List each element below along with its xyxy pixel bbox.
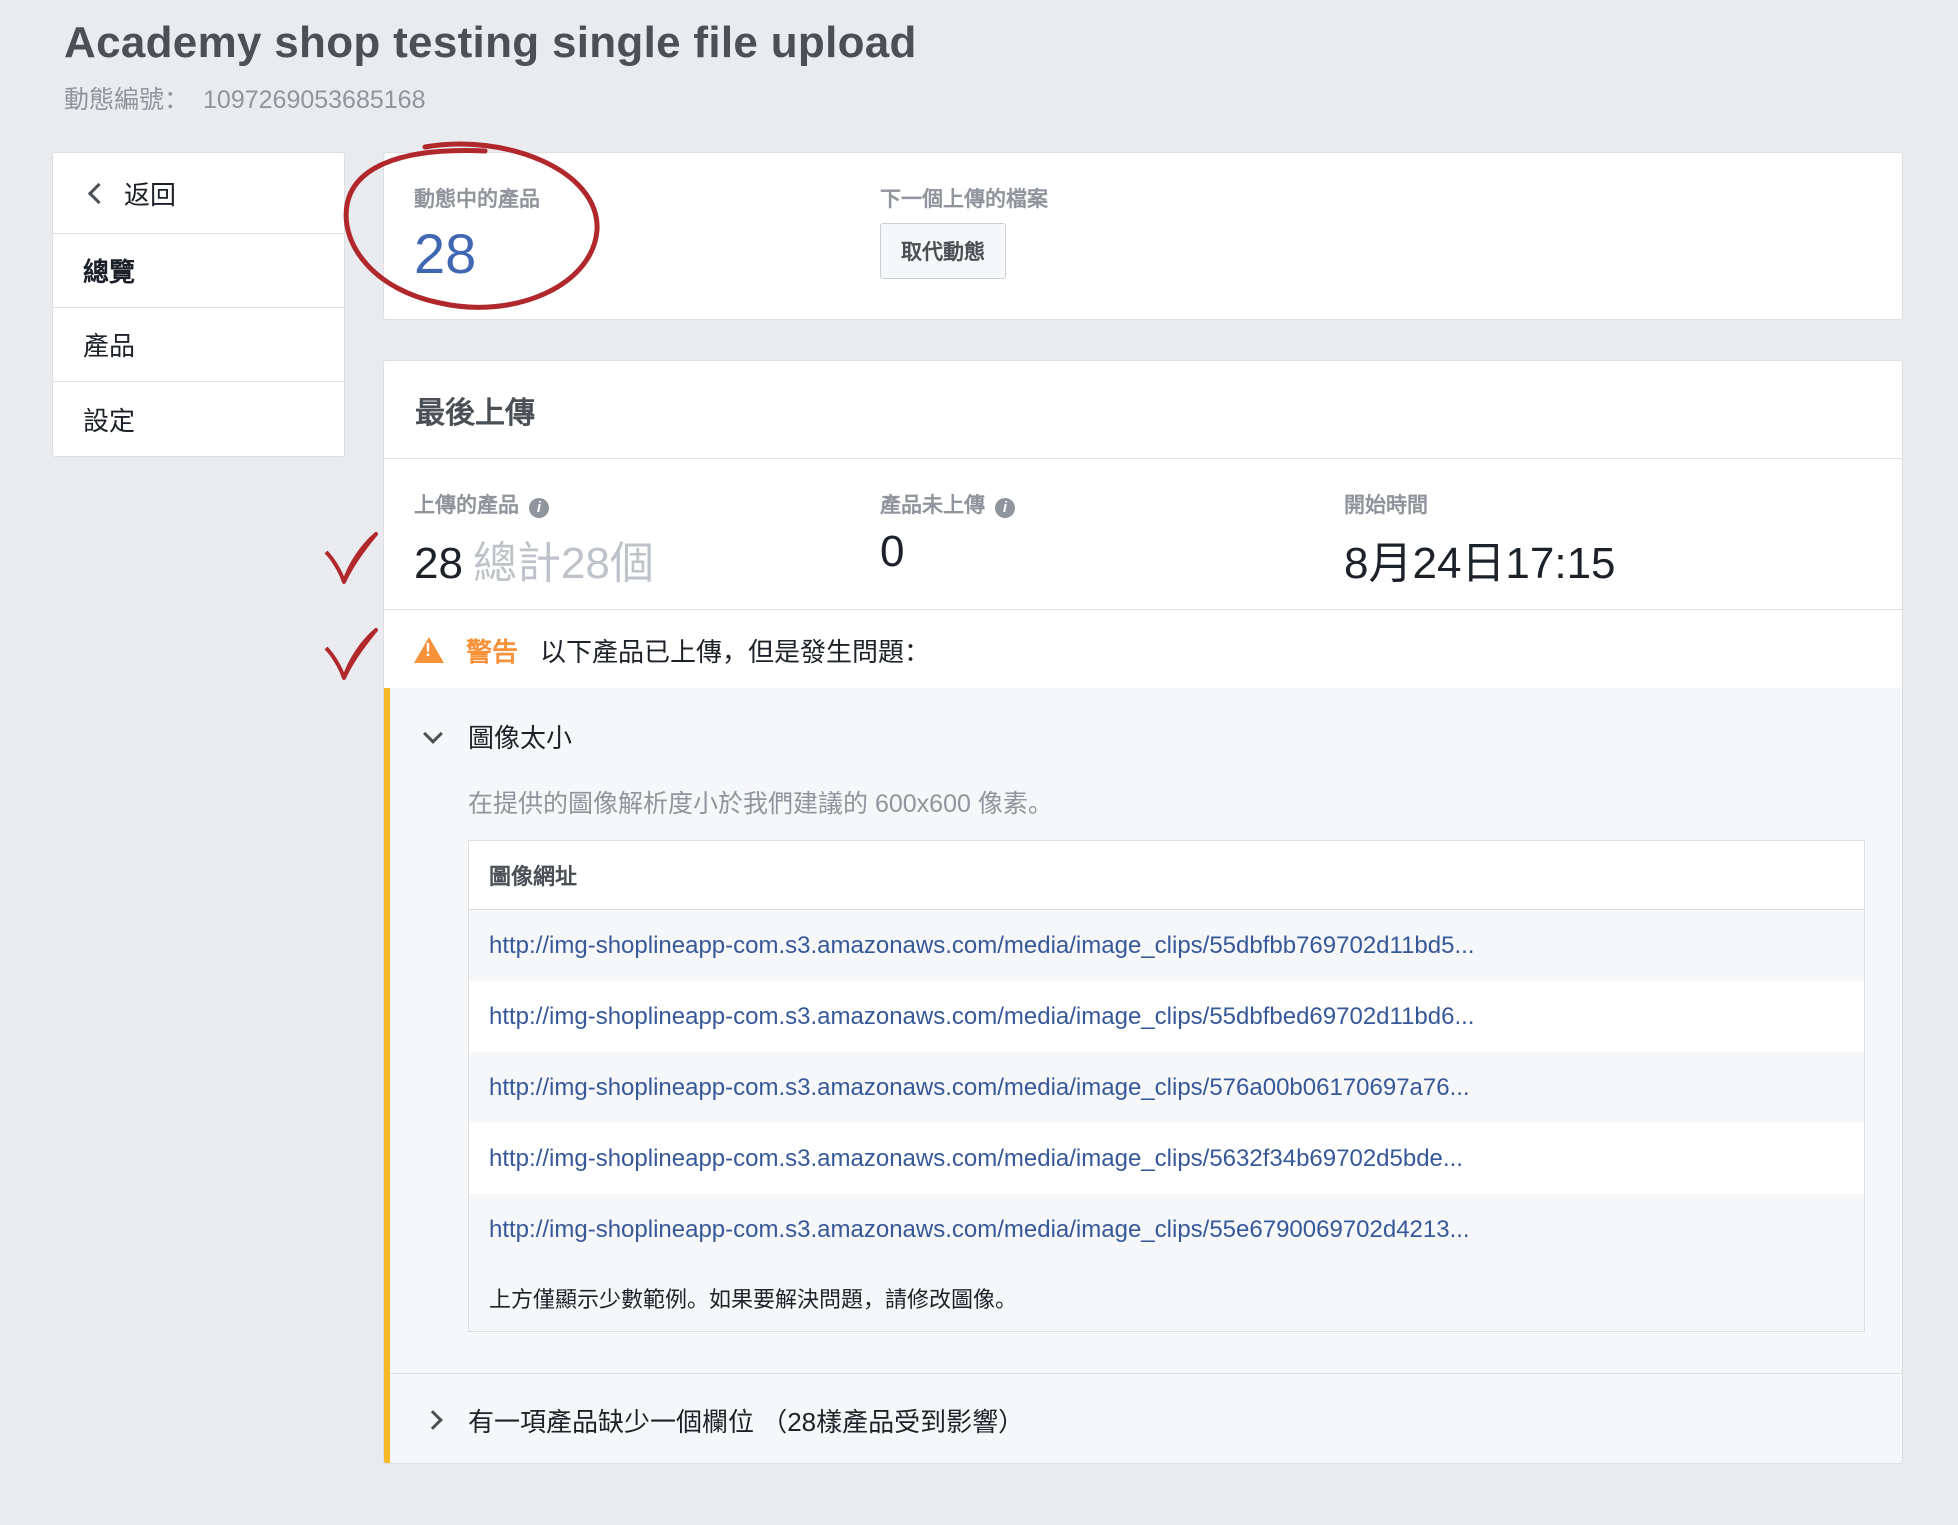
feed-id-label: 動態編號：	[64, 86, 190, 114]
chevron-right-icon	[423, 1410, 443, 1430]
active-products: 動態中的產品 28	[414, 183, 540, 286]
issue-image-too-small-description: 在提供的圖像解析度小於我們建議的 600x600 像素。	[468, 790, 1053, 818]
feed-id-number: 1097269053685168	[203, 86, 426, 114]
next-upload: 下一個上傳的檔案 取代動態	[880, 183, 1048, 279]
uploaded-total: 總計28個	[472, 539, 654, 588]
sidebar: 返回 總覽 產品 設定	[52, 152, 345, 457]
image-url-link[interactable]: http://img-shoplineapp-com.s3.amazonaws.…	[469, 910, 1864, 981]
active-products-count: 28	[414, 222, 477, 285]
image-url-header: 圖像網址	[469, 841, 1864, 910]
chevron-down-icon	[423, 723, 443, 744]
annotation-checkmark	[324, 532, 378, 584]
stat-start-time: 開始時間 8月24日17:15	[1344, 489, 1616, 591]
warning-label: 警告	[466, 636, 519, 667]
image-url-table: 圖像網址 http://img-shoplineapp-com.s3.amazo…	[468, 840, 1865, 1332]
sidebar-item-settings[interactable]: 設定	[53, 382, 344, 456]
uploaded-value: 28	[414, 539, 463, 588]
image-url-footer: 上方僅顯示少數範例。如果要解決問題，請修改圖像。	[469, 1265, 1864, 1331]
warning-row: 警告 以下產品已上傳，但是發生問題：	[384, 610, 1902, 691]
issue-image-too-small-toggle[interactable]: 圖像太小	[423, 718, 573, 755]
feed-id: 動態編號： 1097269053685168	[64, 80, 425, 116]
uploaded-value-row: 28 總計28個	[414, 527, 654, 591]
image-url-link[interactable]: http://img-shoplineapp-com.s3.amazonaws.…	[469, 1194, 1864, 1265]
sidebar-item-products[interactable]: 產品	[53, 308, 344, 382]
warning-text: 以下產品已上傳，但是發生問題：	[540, 636, 931, 667]
not-uploaded-label: 產品未上傳	[880, 494, 985, 517]
chevron-left-icon	[87, 182, 110, 204]
stat-uploaded: 上傳的產品 i 28 總計28個	[414, 489, 654, 591]
not-uploaded-value: 0	[880, 527, 905, 576]
start-time-value: 8月24日17:15	[1344, 539, 1616, 588]
issue-missing-field-title: 有一項產品缺少一個欄位 （28樣產品受到影響）	[468, 1406, 1025, 1437]
image-url-link[interactable]: http://img-shoplineapp-com.s3.amazonaws.…	[469, 1052, 1864, 1123]
feed-summary-card: 動態中的產品 28 下一個上傳的檔案 取代動態	[383, 152, 1903, 320]
stat-not-uploaded: 產品未上傳 i 0	[880, 489, 1015, 577]
start-time-label: 開始時間	[1344, 494, 1428, 517]
image-url-link[interactable]: http://img-shoplineapp-com.s3.amazonaws.…	[469, 1123, 1864, 1194]
next-upload-label: 下一個上傳的檔案	[880, 188, 1048, 211]
warning-icon	[414, 637, 444, 663]
image-url-rows: http://img-shoplineapp-com.s3.amazonaws.…	[469, 910, 1864, 1265]
active-products-label: 動態中的產品	[414, 188, 540, 211]
issue-missing-field-toggle[interactable]: 有一項產品缺少一個欄位 （28樣產品受到影響）	[390, 1373, 1902, 1463]
upload-stats: 上傳的產品 i 28 總計28個 產品未上傳 i 0 開始時間 8月24日17:15	[384, 459, 1902, 610]
info-icon[interactable]: i	[529, 497, 549, 518]
annotation-checkmark	[324, 628, 378, 680]
last-upload-title: 最後上傳	[384, 361, 1902, 459]
sidebar-item-overview[interactable]: 總覽	[53, 234, 344, 308]
replace-feed-button[interactable]: 取代動態	[880, 223, 1006, 279]
uploaded-label: 上傳的產品	[414, 494, 519, 517]
issue-image-too-small-title: 圖像太小	[468, 723, 573, 753]
back-button[interactable]: 返回	[53, 153, 344, 234]
image-url-link[interactable]: http://img-shoplineapp-com.s3.amazonaws.…	[469, 981, 1864, 1052]
info-icon[interactable]: i	[995, 497, 1015, 518]
page-title: Academy shop testing single file upload	[64, 18, 917, 67]
issues-panel: 圖像太小 在提供的圖像解析度小於我們建議的 600x600 像素。 圖像網址 h…	[384, 688, 1902, 1463]
back-label: 返回	[124, 179, 177, 210]
last-upload-card: 最後上傳 上傳的產品 i 28 總計28個 產品未上傳 i 0 開始時間 8月24日1…	[383, 360, 1903, 1464]
